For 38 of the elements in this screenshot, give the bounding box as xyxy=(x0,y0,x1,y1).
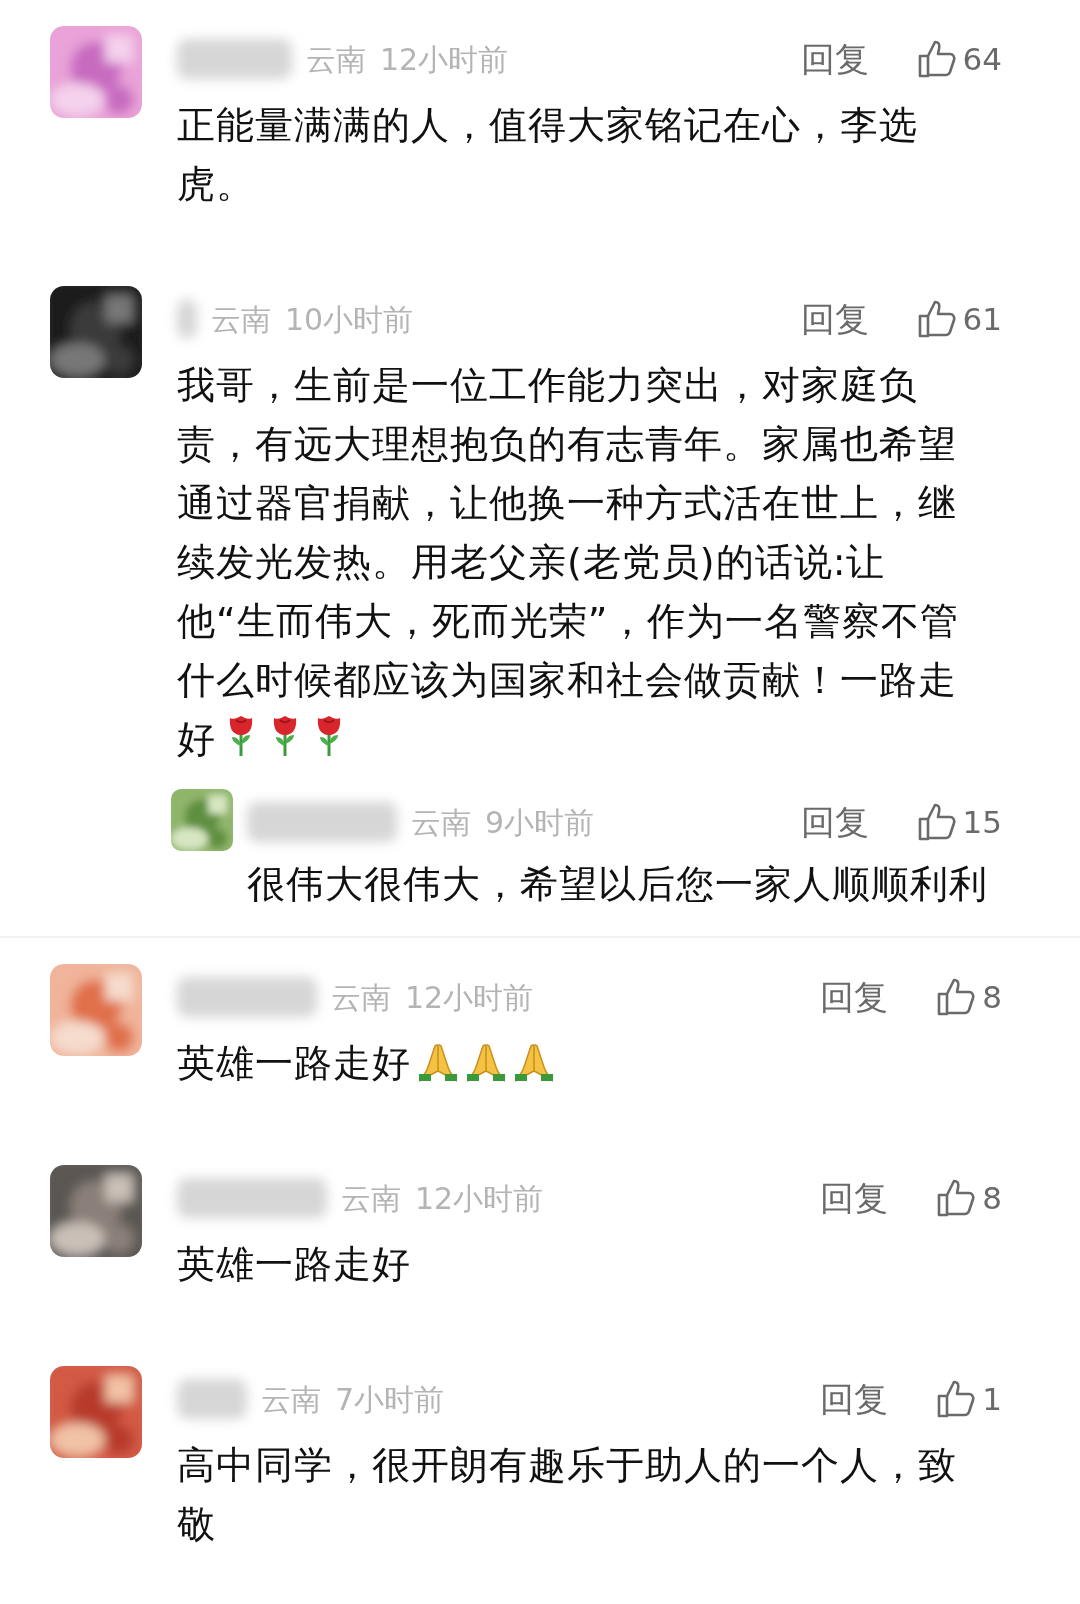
comment-text: 英雄一路走好 xyxy=(177,1241,412,1288)
location-text: 云南 xyxy=(331,978,391,1017)
location-text: 云南 xyxy=(211,300,271,339)
comment-text: 高中同学，很开朗有趣乐于助人的一个人，致敬 xyxy=(177,1442,958,1548)
thumbs-up-icon[interactable] xyxy=(936,1178,977,1218)
reply-button[interactable]: 回复 xyxy=(820,1172,889,1224)
location-text: 云南 xyxy=(306,40,366,79)
blurred-username-drawing xyxy=(177,1379,247,1419)
timestamp-text: 7小时前 xyxy=(335,1380,445,1419)
location-text: 云南 xyxy=(341,1179,401,1218)
thumbs-up-icon[interactable] xyxy=(936,1379,977,1419)
timestamp-text: 12小时前 xyxy=(415,1179,544,1218)
like-count: 64 xyxy=(962,39,1002,79)
like-count: 15 xyxy=(962,802,1002,842)
thumbs-up-icon[interactable] xyxy=(936,977,977,1017)
reply-button[interactable]: 回复 xyxy=(800,293,869,345)
like-count: 61 xyxy=(962,299,1002,339)
comment-text: 英雄一路走好 xyxy=(177,1034,977,1093)
timestamp-text: 10小时前 xyxy=(285,300,414,339)
blurred-username-drawing xyxy=(177,299,197,339)
thumbs-up-icon[interactable] xyxy=(916,299,957,339)
comment-text: 正能量满满的人，值得大家铭记在心，李选虎。 xyxy=(177,102,919,208)
thumbs-up-icon[interactable] xyxy=(916,39,957,79)
reply-button[interactable]: 回复 xyxy=(800,796,869,848)
timestamp-text: 12小时前 xyxy=(405,978,534,1017)
reply-button[interactable]: 回复 xyxy=(800,33,869,85)
thumbs-up-icon[interactable] xyxy=(916,802,957,842)
reply-button[interactable]: 回复 xyxy=(820,1373,889,1425)
reply-button[interactable]: 回复 xyxy=(820,971,889,1023)
like-count: 8 xyxy=(982,1178,1002,1218)
timestamp-text: 12小时前 xyxy=(380,40,509,79)
timestamp-text: 9小时前 xyxy=(485,803,595,842)
like-count: 8 xyxy=(982,977,1002,1017)
comment-text: 我哥，生前是一位工作能力突出，对家庭负责，有远大理想抱负的有志青年。家属也希望通过器官捐献，让他换一种方式活在世上，继续发光发热。用老父亲(老党员)的话说:让他“生而伟大，死而光荣”，作为一名警察不管什么时候都应该为国家和社会做贡献！一路走好 xyxy=(177,362,961,763)
reply-text: 很伟大很伟大，希望以后您一家人顺顺利利 xyxy=(247,861,989,908)
location-text: 云南 xyxy=(411,803,471,842)
location-text: 云南 xyxy=(261,1380,321,1419)
like-count: 1 xyxy=(982,1379,1002,1419)
